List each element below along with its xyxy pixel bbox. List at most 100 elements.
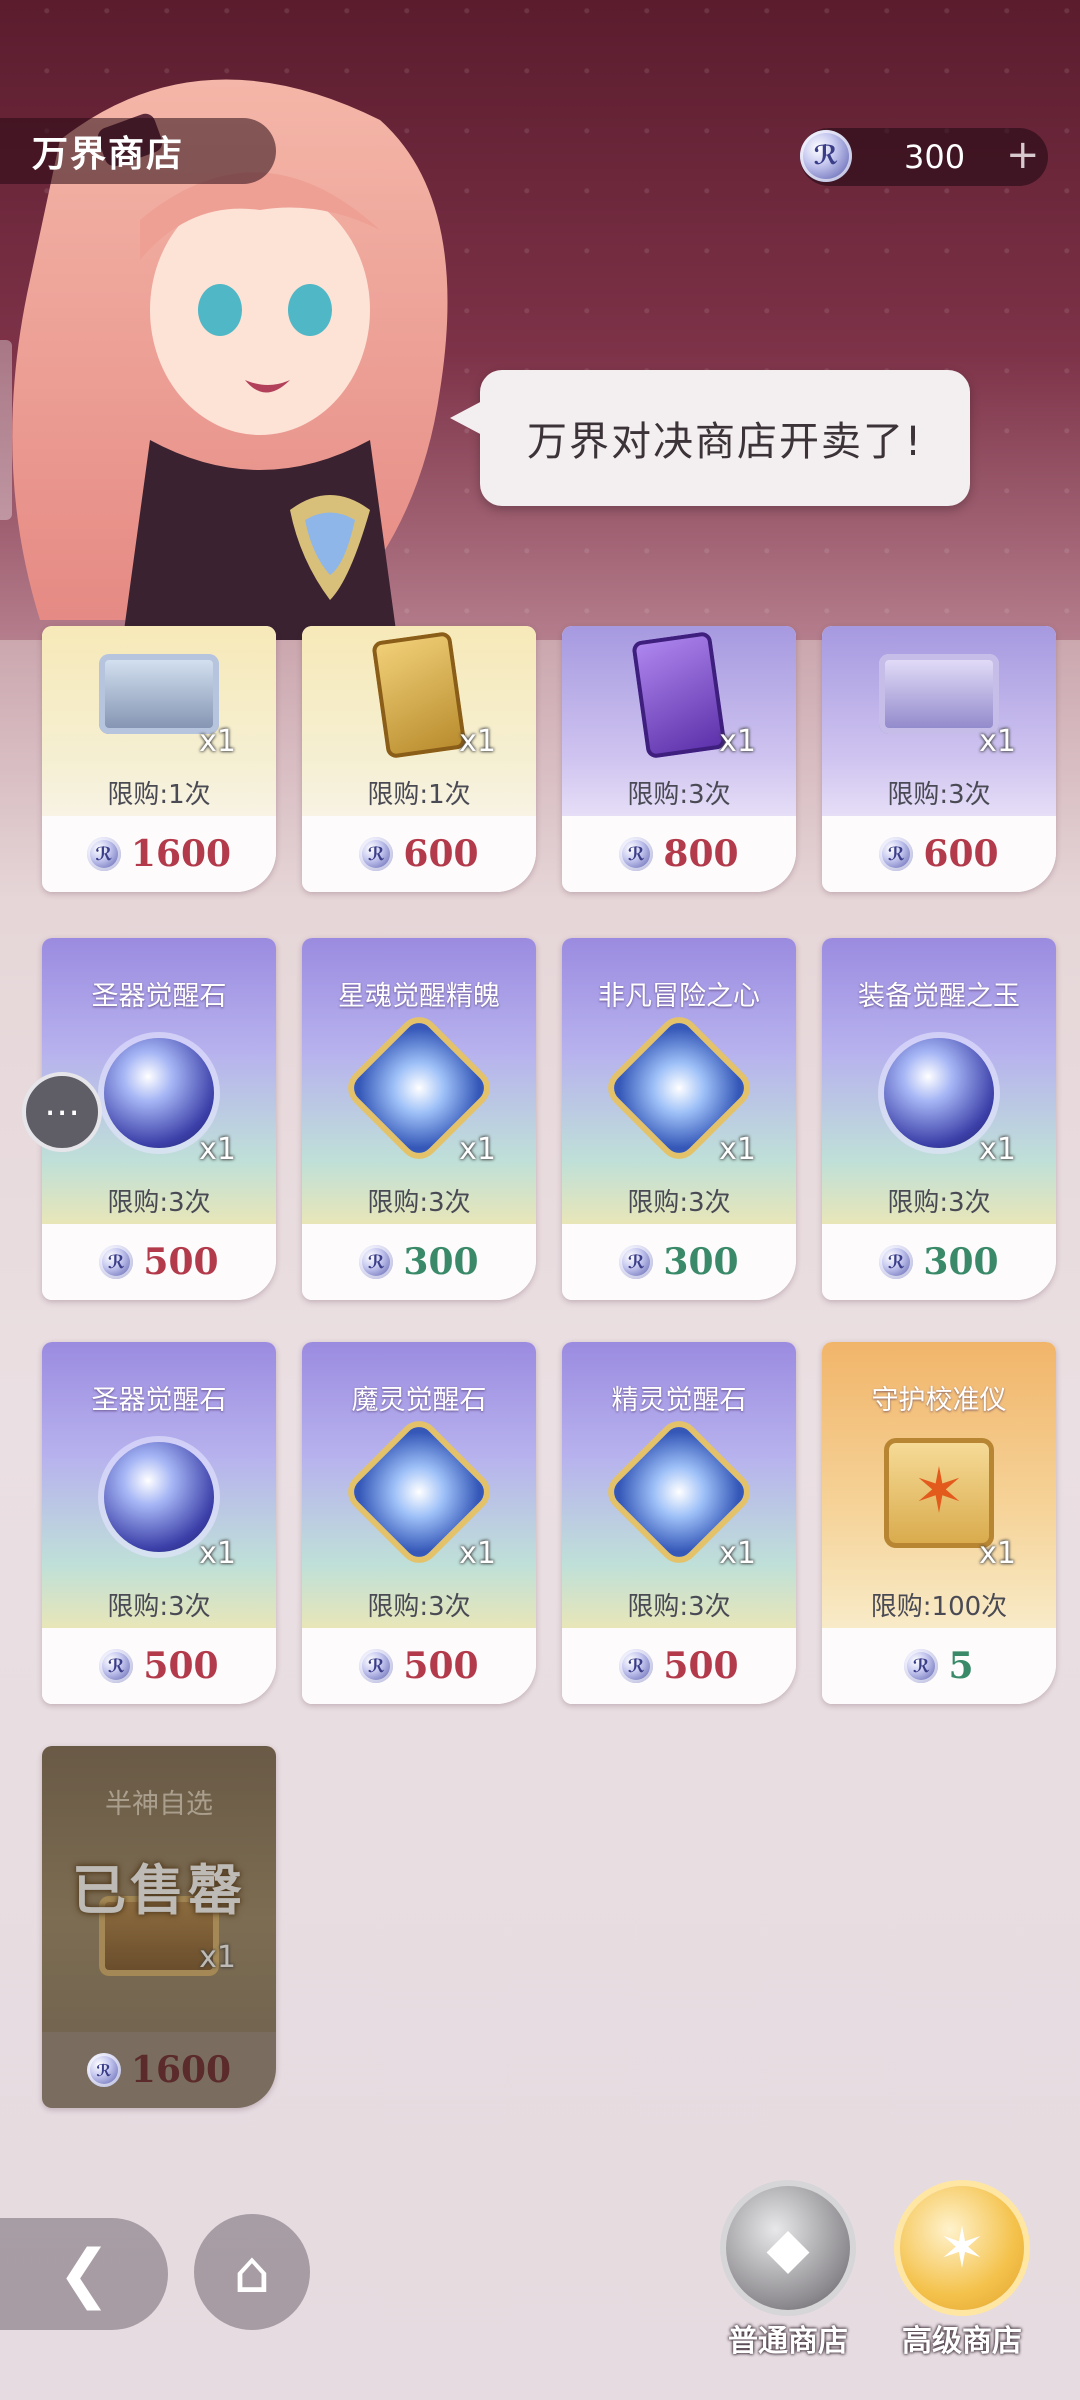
item-name: 精灵觉醒石	[611, 1385, 747, 1416]
item-price: 5	[948, 1645, 974, 1687]
coin-icon	[86, 2053, 121, 2087]
shop-item-card[interactable]: 圣器觉醒石 x1 限购:3次 500	[42, 1342, 276, 1704]
price-bar[interactable]: 500	[302, 1628, 536, 1704]
chat-bubble-button[interactable]: ⋯	[22, 1072, 102, 1152]
home-icon: ⌂	[233, 2238, 271, 2306]
purchase-limit: 限购:3次	[887, 1188, 991, 1218]
currency-display[interactable]: 300 +	[800, 128, 1048, 186]
item-price: 1600	[130, 833, 232, 875]
add-currency-button[interactable]: +	[1006, 132, 1040, 178]
item-name: 星魂觉醒精魄	[338, 981, 500, 1012]
coin-icon	[879, 1245, 914, 1279]
shop-item-card[interactable]: x1 限购:1次 600	[302, 626, 536, 892]
shop-item-card[interactable]: x1 限购:1次 1600	[42, 626, 276, 892]
coin-icon	[99, 1245, 134, 1279]
item-name: 守护校准仪	[871, 1385, 1007, 1416]
item-quantity: x1	[459, 1536, 496, 1571]
normal-shop-icon: ◆	[726, 2186, 850, 2310]
jade-orb-icon	[884, 1038, 994, 1148]
purchase-limit: 限购:3次	[627, 1188, 731, 1218]
coin-icon	[619, 1649, 654, 1683]
item-quantity: x1	[719, 1132, 756, 1167]
purchase-limit: 限购:3次	[367, 1592, 471, 1622]
home-button[interactable]: ⌂	[194, 2214, 310, 2330]
shop-item-card[interactable]: x1 限购:3次 600	[822, 626, 1056, 892]
item-name: 圣器觉醒石	[91, 981, 227, 1012]
chevron-left-icon: ❮	[57, 2237, 111, 2311]
item-name: 装备觉醒之玉	[858, 981, 1020, 1012]
shop-item-card[interactable]: 非凡冒险之心 x1 限购:3次 300	[562, 938, 796, 1300]
item-quantity: x1	[459, 1132, 496, 1167]
purchase-limit: 限购:3次	[107, 1592, 211, 1622]
back-button[interactable]: ❮	[0, 2218, 168, 2330]
item-price: 800	[663, 833, 739, 875]
price-bar[interactable]: 300	[302, 1224, 536, 1300]
item-price: 500	[663, 1645, 739, 1687]
price-bar[interactable]: 500	[42, 1628, 276, 1704]
item-price: 300	[663, 1241, 739, 1283]
orb-icon	[104, 1442, 214, 1552]
item-price: 300	[923, 1241, 999, 1283]
coin-icon	[359, 837, 394, 871]
item-quantity: x1	[719, 724, 756, 759]
hero-banner	[0, 0, 1080, 640]
normal-shop-tab[interactable]: ◆ 普通商店	[718, 2186, 858, 2360]
golden-card-icon	[371, 631, 467, 759]
side-handle[interactable]	[0, 340, 12, 520]
sold-out-item-card: 半神自选 已售罄 x1 1600	[42, 1746, 276, 2108]
premium-shop-tab[interactable]: ✶ 高级商店	[892, 2186, 1032, 2360]
purchase-limit: 限购:100次	[870, 1592, 1008, 1622]
price-bar: 1600	[42, 2032, 276, 2108]
item-price: 500	[403, 1645, 479, 1687]
item-price: 500	[143, 1645, 219, 1687]
price-bar[interactable]: 600	[822, 816, 1056, 892]
purchase-limit: 限购:3次	[107, 1188, 211, 1218]
chat-icon: ⋯	[44, 1091, 80, 1133]
shop-item-card[interactable]: 守护校准仪 x1 限购:100次 5	[822, 1342, 1056, 1704]
shop-title-pill: 万界商店	[0, 118, 276, 184]
item-price: 600	[403, 833, 479, 875]
item-quantity: x1	[459, 724, 496, 759]
price-bar[interactable]: 500	[562, 1628, 796, 1704]
shop-item-card[interactable]: 魔灵觉醒石 x1 限购:3次 500	[302, 1342, 536, 1704]
purchase-limit: 限购:3次	[627, 780, 731, 810]
coin-icon	[904, 1649, 939, 1683]
currency-amount: 300	[904, 138, 966, 176]
price-bar[interactable]: 300	[822, 1224, 1056, 1300]
price-bar[interactable]: 300	[562, 1224, 796, 1300]
coin-icon	[619, 1245, 654, 1279]
calibrator-scroll-icon	[884, 1438, 994, 1548]
item-price: 600	[923, 833, 999, 875]
price-bar[interactable]: 800	[562, 816, 796, 892]
shop-title: 万界商店	[32, 134, 185, 175]
purchase-limit: 限购:3次	[627, 1592, 731, 1622]
speech-bubble: 万界对决商店开卖了!	[450, 370, 970, 506]
price-bar[interactable]: 500	[42, 1224, 276, 1300]
speech-text: 万界对决商店开卖了!	[526, 419, 924, 465]
normal-shop-label: 普通商店	[728, 2324, 848, 2359]
shop-item-card[interactable]: 装备觉醒之玉 x1 限购:3次 300	[822, 938, 1056, 1300]
price-bar[interactable]: 600	[302, 816, 536, 892]
purple-chest-icon	[879, 654, 999, 734]
premium-shop-label: 高级商店	[902, 2324, 1022, 2359]
shop-item-card[interactable]: 精灵觉醒石 x1 限购:3次 500	[562, 1342, 796, 1704]
coin-icon	[359, 1649, 394, 1683]
shop-item-card[interactable]: 星魂觉醒精魄 x1 限购:3次 300	[302, 938, 536, 1300]
purchase-limit: 限购:1次	[367, 780, 471, 810]
orb-icon	[104, 1038, 214, 1148]
purchase-limit: 限购:3次	[887, 780, 991, 810]
item-name: 魔灵觉醒石	[351, 1385, 487, 1416]
item-name: 圣器觉醒石	[91, 1385, 227, 1416]
coin-icon	[619, 837, 654, 871]
item-quantity: x1	[199, 724, 236, 759]
item-price: 500	[143, 1241, 219, 1283]
coin-icon	[99, 1649, 134, 1683]
item-quantity: x1	[979, 1536, 1016, 1571]
item-quantity: x1	[719, 1536, 756, 1571]
shop-item-card[interactable]: x1 限购:3次 800	[562, 626, 796, 892]
chest-icon	[99, 654, 219, 734]
price-bar[interactable]: 1600	[42, 816, 276, 892]
price-bar[interactable]: 5	[822, 1628, 1056, 1704]
premium-shop-icon: ✶	[900, 2186, 1024, 2310]
coin-icon	[86, 837, 121, 871]
